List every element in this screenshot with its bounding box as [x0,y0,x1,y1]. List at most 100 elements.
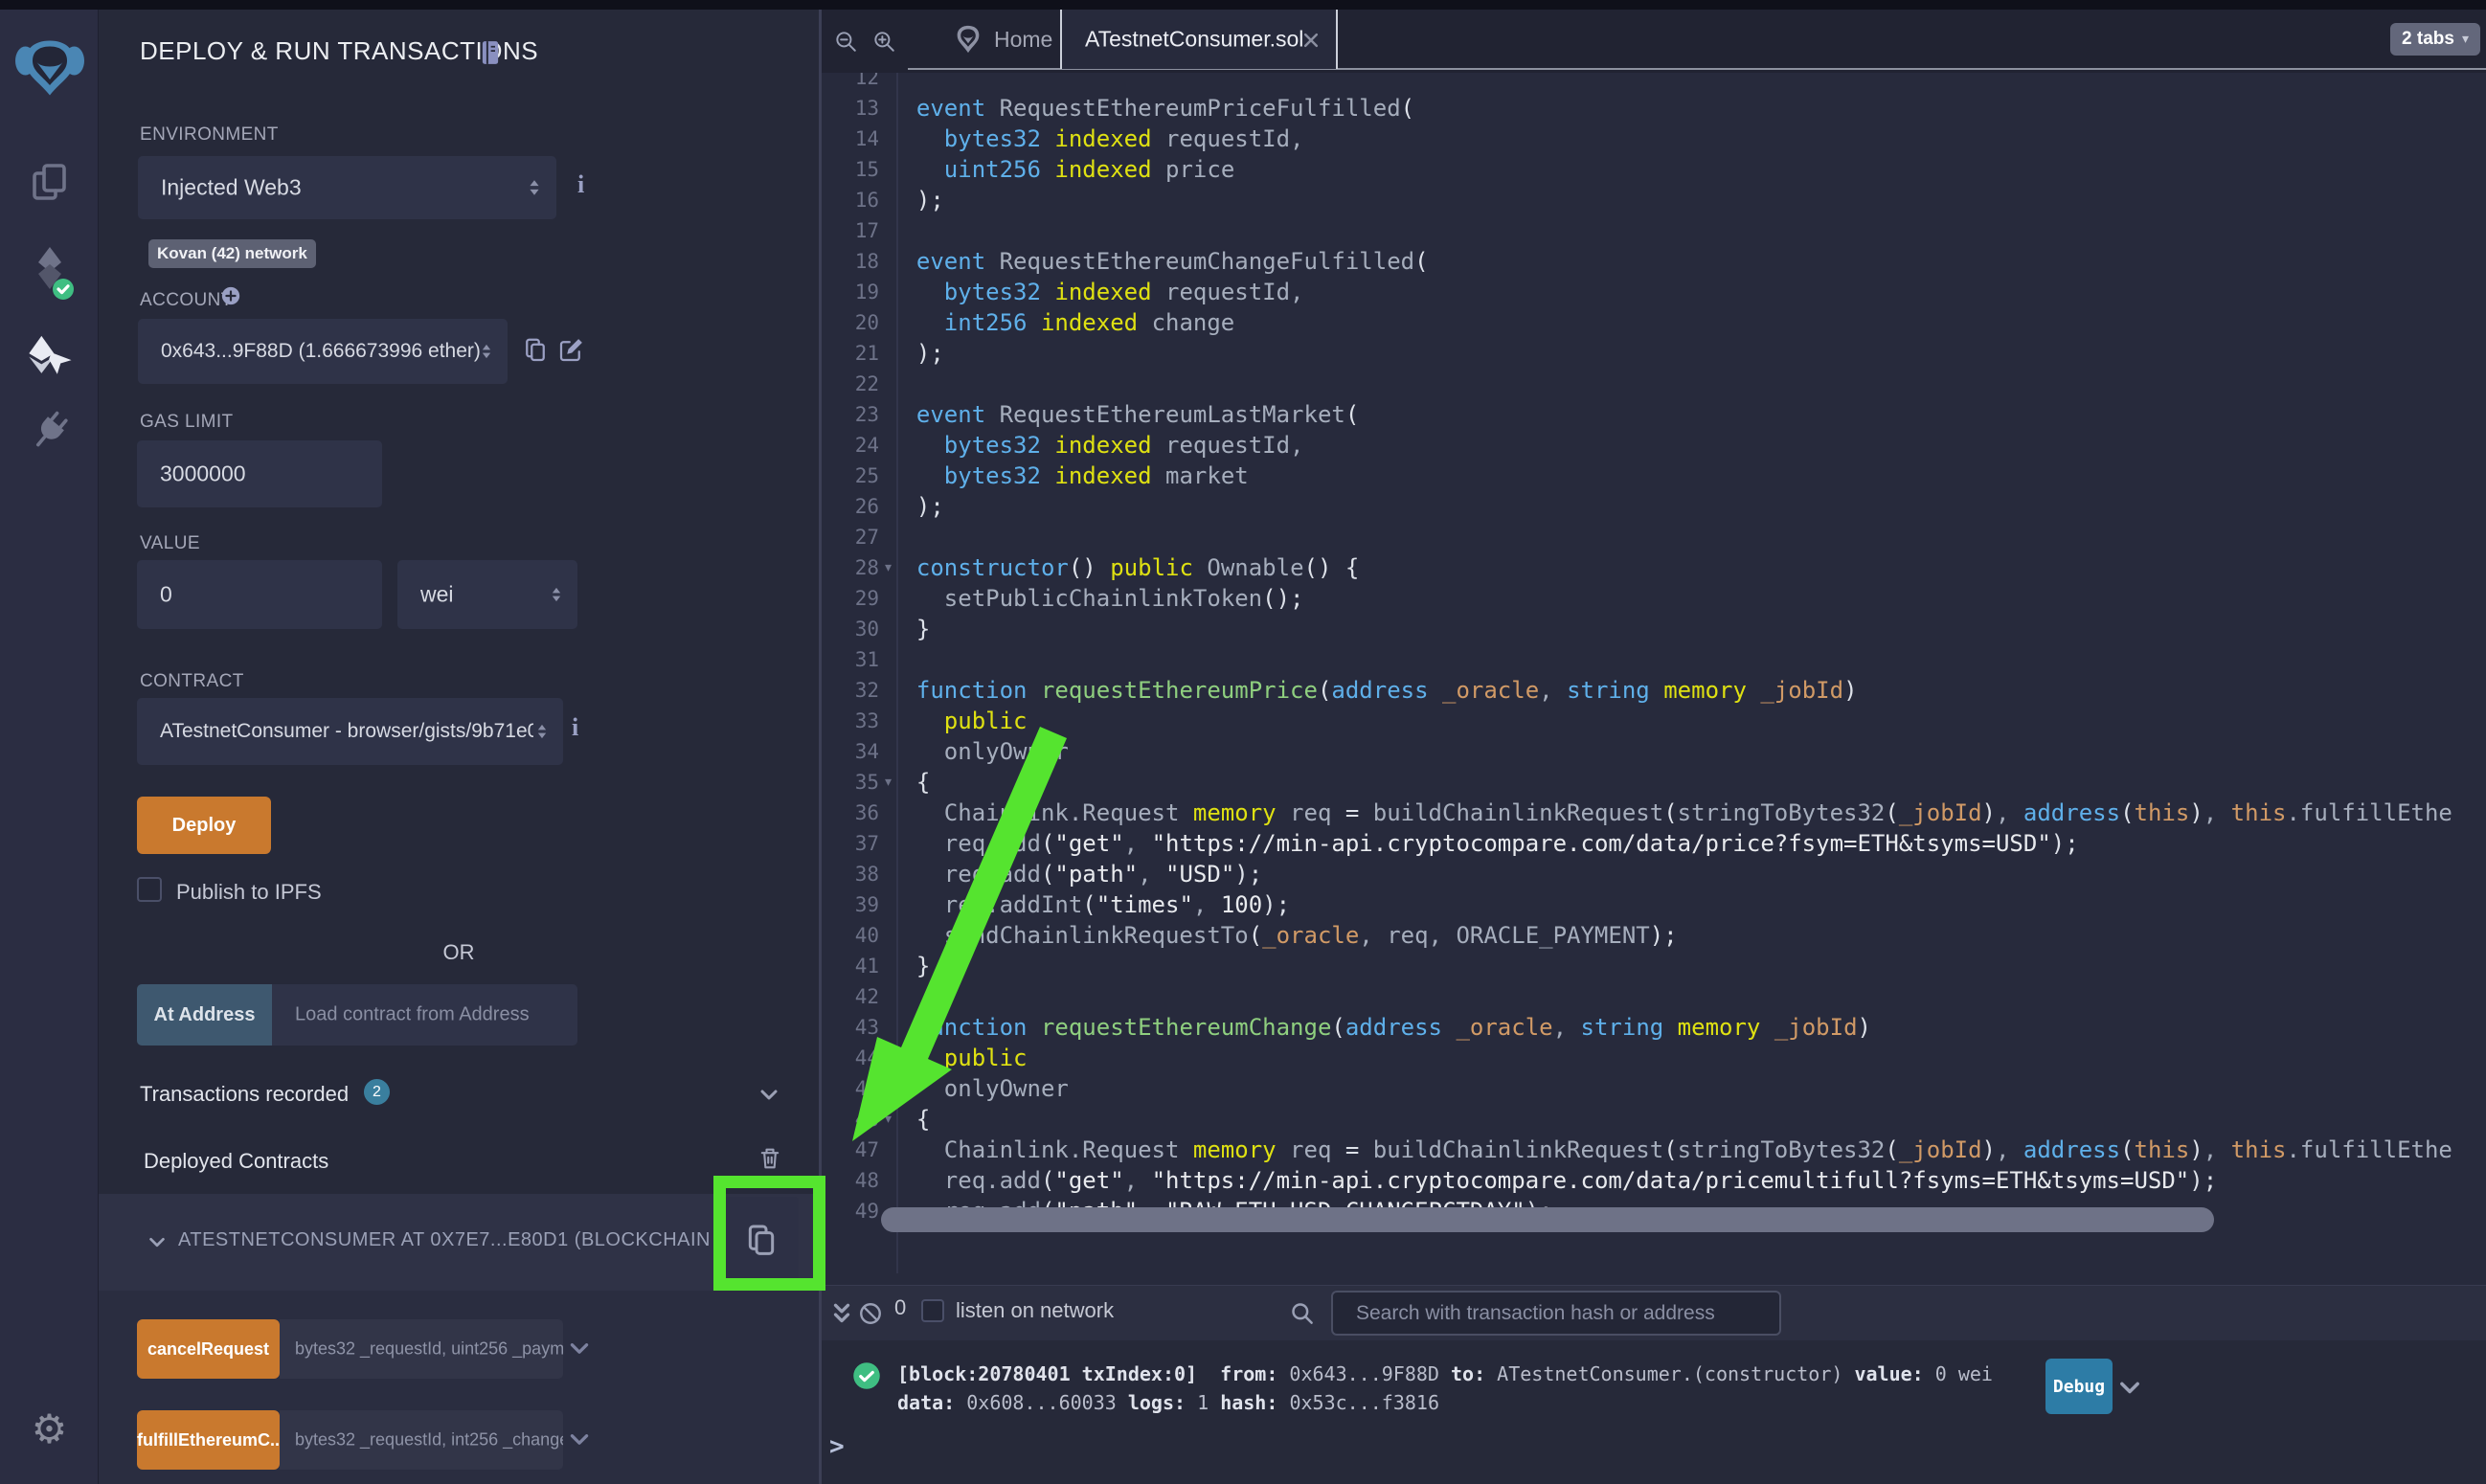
code-line-31[interactable]: 31 [822,644,2486,675]
code-line-41[interactable]: 41 } [822,951,2486,981]
tab-home[interactable]: Home [952,10,1052,69]
code-line-25[interactable]: 25 bytes32 indexed market [822,461,2486,491]
clear-console-ban-icon[interactable] [858,1301,883,1326]
code-line-24[interactable]: 24 bytes32 indexed requestId, [822,430,2486,461]
code-line-48[interactable]: 48 req.add("get", "https://min-api.crypt… [822,1165,2486,1196]
line-number: 17 [822,215,879,246]
solidity-compiler-icon[interactable] [0,245,99,301]
terminal-prompt[interactable]: > [829,1432,845,1461]
contract-info-icon[interactable]: i [572,713,578,742]
expand-terminal-double-chevron-icon[interactable] [829,1301,854,1326]
zoom-out-icon[interactable] [833,29,858,54]
cancelrequest-function-button[interactable]: cancelRequest [137,1319,280,1379]
code-line-18[interactable]: 18 event RequestEthereumChangeFulfilled( [822,246,2486,277]
sign-message-edit-icon[interactable] [556,336,585,365]
contract-expand-chevron-icon[interactable] [147,1232,168,1253]
code-line-17[interactable]: 17 [822,215,2486,246]
terminal-search-input[interactable]: Search with transaction hash or address [1331,1291,1781,1336]
code-line-47[interactable]: 47 Chainlink.Request memory req = buildC… [822,1135,2486,1165]
copy-address-icon[interactable] [742,1222,780,1260]
code-line-37[interactable]: 37 req.add("get", "https://min-api.crypt… [822,828,2486,859]
fulfillethereumchange-params-input[interactable]: bytes32 _requestId, int256 _change [280,1410,563,1470]
code-line-40[interactable]: 40 sendChainlinkRequestTo(_oracle, req, … [822,920,2486,951]
settings-gear-icon[interactable]: ⚙ [0,1409,99,1450]
code-line-20[interactable]: 20 int256 indexed change [822,307,2486,338]
gas-limit-input[interactable]: 3000000 [137,440,382,507]
panel-editor-divider[interactable] [819,10,822,1484]
publish-ipfs-checkbox[interactable] [137,877,162,902]
line-number: 22 [822,369,879,399]
tab-atestnetconsumer[interactable]: ATestnetConsumer.sol [1060,8,1338,69]
create-account-plus-icon[interactable] [220,285,241,306]
deploy-and-run-icon[interactable] [0,333,99,375]
code-line-30[interactable]: 30 } [822,614,2486,644]
line-number: 41 [822,951,879,981]
at-address-input[interactable]: Load contract from Address [272,984,577,1046]
remix-logo-icon[interactable] [0,38,99,98]
code-line-23[interactable]: 23 event RequestEthereumLastMarket( [822,399,2486,430]
file-explorer-icon[interactable] [0,159,99,205]
code-line-21[interactable]: 21 ); [822,338,2486,369]
account-select[interactable]: 0x643...9F88D (1.666673996 ether) [138,319,508,384]
documentation-book-icon[interactable] [476,38,505,67]
code-line-28[interactable]: 28▾ constructor() public Ownable() { [822,552,2486,583]
code-line-42[interactable]: 42 [822,981,2486,1012]
pending-tx-count: 0 [894,1295,906,1320]
copy-account-icon[interactable] [521,336,550,365]
clear-deployed-trash-icon[interactable] [757,1145,783,1172]
transactions-chevron-down-icon[interactable] [757,1084,780,1107]
contract-select[interactable]: ATestnetConsumer - browser/gists/9b71e07… [137,698,563,765]
code-line-27[interactable]: 27 [822,522,2486,552]
code-line-22[interactable]: 22 [822,369,2486,399]
code-line-14[interactable]: 14 bytes32 indexed requestId, [822,124,2486,154]
line-number: 16 [822,185,879,215]
cancelrequest-params-input[interactable]: bytes32 _requestId, uint256 _payment, by [280,1319,563,1379]
cancelrequest-expand-chevron-icon[interactable] [567,1337,592,1361]
code-line-19[interactable]: 19 bytes32 indexed requestId, [822,277,2486,307]
code-line-35[interactable]: 35▾ { [822,767,2486,798]
code-line-38[interactable]: 38 req.add("path", "USD"); [822,859,2486,889]
code-line-29[interactable]: 29 setPublicChainlinkToken(); [822,583,2486,614]
line-number: 18 [822,246,879,277]
at-address-button[interactable]: At Address [137,984,272,1046]
line-number: 38 [822,859,879,889]
debug-button[interactable]: Debug [2045,1359,2113,1414]
code-line-45[interactable]: 45 onlyOwner [822,1073,2486,1104]
code-line-36[interactable]: 36 Chainlink.Request memory req = buildC… [822,798,2486,828]
close-tab-icon[interactable] [1301,31,1321,50]
plugin-manager-icon[interactable] [0,408,99,454]
fulfillethereumchange-function-button[interactable]: fulfillEthereumC... [137,1410,280,1470]
code-line-39[interactable]: 39 req.addInt("times", 100); [822,889,2486,920]
code-line-32[interactable]: 32 function requestEthereumPrice(address… [822,675,2486,706]
code-line-44[interactable]: 44 public [822,1043,2486,1073]
transactions-recorded-label: Transactions recorded [140,1082,349,1107]
horizontal-scrollbar[interactable] [881,1207,2214,1232]
code-line-34[interactable]: 34 onlyOwner [822,736,2486,767]
tabs-count-dropdown[interactable]: 2 tabs ▾ [2390,23,2480,56]
tx-log-line-1[interactable]: [block:20780401 txIndex:0] from: 0x643..… [897,1360,1993,1388]
code-line-26[interactable]: 26 ); [822,491,2486,522]
code-line-13[interactable]: 13 event RequestEthereumPriceFulfilled( [822,93,2486,124]
line-number: 27 [822,522,879,552]
line-number: 26 [822,491,879,522]
zoom-in-icon[interactable] [871,29,896,54]
line-number: 30 [822,614,879,644]
line-number: 28 [822,552,879,583]
copy-contract-address-button[interactable] [724,1197,799,1287]
deployed-contract-row[interactable]: ATESTNETCONSUMER AT 0X7E7...E80D1 (BLOCK… [99,1194,819,1291]
listen-on-network-checkbox[interactable] [921,1299,944,1322]
fulfillethereumchange-expand-chevron-icon[interactable] [567,1428,592,1452]
environment-info-icon[interactable]: i [577,170,584,199]
code-line-15[interactable]: 15 uint256 indexed price [822,154,2486,185]
value-input[interactable]: 0 [137,560,382,629]
code-line-46[interactable]: 46▾ { [822,1104,2486,1135]
environment-select[interactable]: Injected Web3 [138,156,556,219]
tx-details-chevron-icon[interactable] [2116,1375,2143,1402]
code-line-16[interactable]: 16 ); [822,185,2486,215]
code-line-33[interactable]: 33 public [822,706,2486,736]
deploy-button[interactable]: Deploy [137,797,271,854]
line-number: 39 [822,889,879,920]
code-line-43[interactable]: 43 function requestEthereumChange(addres… [822,1012,2486,1043]
tx-log-line-2[interactable]: data: 0x608...60033 logs: 1 hash: 0x53c.… [897,1388,1439,1417]
value-unit-select[interactable]: wei [397,560,577,629]
